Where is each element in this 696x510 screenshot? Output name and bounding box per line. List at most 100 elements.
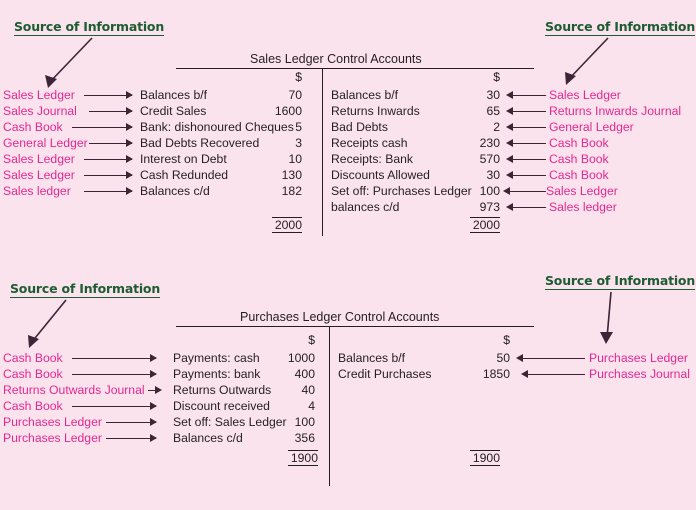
- arrow-head-left-icon: [506, 203, 513, 211]
- sales-debit-source-5: Sales Ledger: [3, 168, 75, 182]
- connector-line: [84, 175, 132, 177]
- purchases-credit-particular-1: Credit Purchases: [338, 367, 432, 381]
- connector-line: [513, 95, 546, 97]
- connector-line: [72, 374, 156, 376]
- arrow-head-right-icon: [126, 139, 133, 147]
- purchases-debit-total: 1900: [288, 450, 318, 466]
- sales-credit-particular-7: balances c/d: [331, 200, 400, 214]
- sales-debit-amount-5: 130: [281, 168, 302, 182]
- arrow-head-left-icon: [521, 370, 528, 378]
- arrow-head-right-icon: [126, 171, 133, 179]
- purchases-debit-amount-2: 40: [301, 383, 315, 397]
- sales-debit-amount-6: 182: [281, 184, 302, 198]
- sales-credit-amount-4: 570: [479, 152, 500, 166]
- purchases-ledger-top-rule: [176, 326, 534, 328]
- purchases-debit-particular-1: Payments: bank: [173, 367, 261, 381]
- purchases-debit-source-3: Cash Book: [3, 399, 63, 413]
- purchases-debit-amount-3: 4: [308, 399, 315, 413]
- sales-credit-total: 2000: [470, 217, 500, 233]
- connector-line: [513, 207, 546, 209]
- purchases-ledger-center-divider: [329, 326, 331, 486]
- source-of-information-caption-top-right: Source of Information: [545, 19, 696, 36]
- source-of-information-caption-bottom-left: Source of Information: [10, 281, 161, 298]
- purchases-debit-source-2: Returns Outwards Journal: [3, 383, 145, 397]
- arrow-head-left-icon: [506, 107, 513, 115]
- connector-line: [510, 191, 546, 193]
- sales-debit-particular-6: Balances c/d: [140, 184, 210, 198]
- sales-credit-particular-0: Balances b/f: [331, 88, 399, 102]
- sales-debit-source-0: Sales Ledger: [3, 88, 75, 102]
- sales-debit-amount-2: 5: [295, 120, 302, 134]
- pointer-arrow-top-right: [565, 37, 609, 85]
- sales-credit-source-2: General Ledger: [549, 120, 634, 134]
- connector-line: [513, 175, 546, 177]
- sales-debit-particular-3: Bad Debts Recovered: [140, 136, 260, 150]
- purchases-credit-source-0: Purchases Ledger: [589, 351, 688, 365]
- sales-debit-particular-4: Interest on Debt: [140, 152, 227, 166]
- purchases-debit-particular-0: Payments: cash: [173, 351, 260, 365]
- sales-ledger-center-divider: [322, 68, 324, 236]
- pointer-arrow-bottom-right: [600, 291, 613, 344]
- connector-line: [106, 422, 156, 424]
- ledger-control-accounts-diagram: Source of Information Source of Informat…: [0, 0, 696, 510]
- purchases-debit-source-0: Cash Book: [3, 351, 63, 365]
- purchases-ledger-title: Purchases Ledger Control Accounts: [240, 310, 440, 324]
- sales-credit-source-6: Sales Ledger: [546, 184, 618, 198]
- arrow-head-right-icon: [126, 91, 133, 99]
- connector-line: [72, 127, 132, 129]
- arrow-head-left-icon: [506, 139, 513, 147]
- sales-debit-particular-5: Cash Redunded: [140, 168, 229, 182]
- connector-line: [523, 358, 585, 360]
- sales-credit-amount-3: 230: [479, 136, 500, 150]
- arrow-head-left-icon: [516, 354, 523, 362]
- purchases-credit-source-1: Purchases Journal: [589, 367, 690, 381]
- sales-debit-source-6: Sales ledger: [3, 184, 71, 198]
- sales-credit-amount-6: 100: [479, 184, 500, 198]
- sales-credit-source-3: Cash Book: [549, 136, 609, 150]
- sales-credit-amount-2: 2: [493, 120, 500, 134]
- purchases-credit-total: 1900: [470, 450, 500, 466]
- arrow-head-left-icon: [506, 123, 513, 131]
- purchases-debit-amount-4: 100: [294, 415, 315, 429]
- purchases-debit-amount-1: 400: [294, 367, 315, 381]
- sales-credit-particular-2: Bad Debts: [331, 120, 388, 134]
- arrow-head-right-icon: [126, 155, 133, 163]
- arrow-head-right-icon: [150, 370, 157, 378]
- arrow-head-right-icon: [150, 434, 157, 442]
- arrow-head-right-icon: [126, 123, 133, 131]
- sales-debit-source-1: Sales Journal: [3, 104, 77, 118]
- connector-line: [513, 127, 546, 129]
- purchases-credit-amount-1: 1850: [482, 367, 510, 381]
- purchases-debit-particular-3: Discount received: [173, 399, 270, 413]
- connector-line: [528, 374, 585, 376]
- connector-line: [513, 111, 546, 113]
- sales-credit-particular-5: Discounts Allowed: [331, 168, 430, 182]
- sales-ledger-title: Sales Ledger Control Accounts: [250, 52, 422, 66]
- purchases-credit-particular-0: Balances b/f: [338, 351, 406, 365]
- sales-credit-particular-3: Receipts cash: [331, 136, 408, 150]
- purchases-debit-amount-5: 356: [294, 431, 315, 445]
- purchases-debit-source-1: Cash Book: [3, 367, 63, 381]
- arrow-head-right-icon: [150, 402, 157, 410]
- connector-line: [72, 406, 156, 408]
- purchases-debit-source-4: Purchases Ledger: [3, 415, 102, 429]
- purchases-credit-amount-0: 50: [496, 351, 510, 365]
- arrow-head-right-icon: [155, 386, 162, 394]
- arrow-head-left-icon: [503, 187, 510, 195]
- sales-credit-amount-1: 65: [486, 104, 500, 118]
- purchases-ledger-credit-currency: $: [503, 333, 510, 347]
- sales-debit-total: 2000: [272, 217, 302, 233]
- sales-ledger-credit-currency: $: [493, 70, 500, 84]
- sales-credit-source-7: Sales ledger: [549, 200, 617, 214]
- sales-credit-amount-5: 30: [486, 168, 500, 182]
- sales-debit-amount-0: 70: [288, 88, 302, 102]
- purchases-ledger-debit-currency: $: [308, 333, 315, 347]
- sales-debit-particular-0: Balances b/f: [140, 88, 208, 102]
- sales-credit-source-4: Cash Book: [549, 152, 609, 166]
- sales-credit-source-5: Cash Book: [549, 168, 609, 182]
- connector-line: [84, 95, 132, 97]
- sales-credit-particular-6: Set off: Purchases Ledger: [331, 184, 472, 198]
- purchases-debit-particular-2: Returns Outwards: [173, 383, 272, 397]
- source-of-information-caption-top-left: Source of Information: [14, 19, 165, 36]
- arrow-head-right-icon: [150, 418, 157, 426]
